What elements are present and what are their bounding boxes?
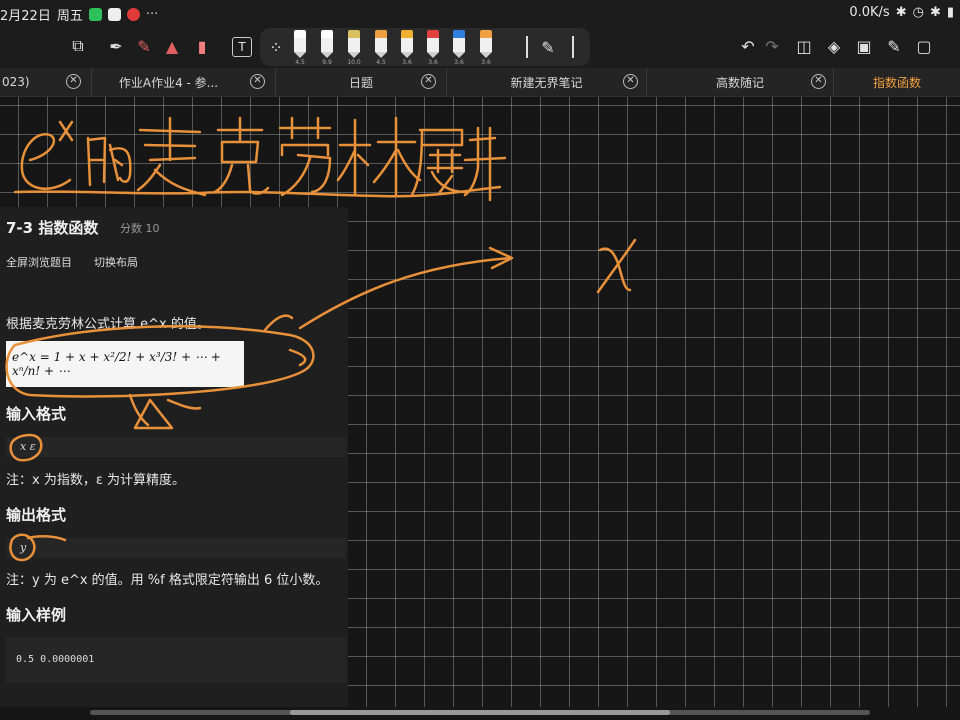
network-speed: 0.0K/s — [849, 5, 890, 20]
pen-preset-4[interactable]: 4.5 — [371, 30, 391, 66]
close-icon[interactable]: ✕ — [66, 74, 81, 89]
lasso-icon[interactable]: ⧉ — [66, 34, 90, 58]
close-icon[interactable]: ✕ — [623, 74, 638, 89]
formula-image: e^x = 1 + x + x²/2! + x³/3! + ⋯ + xⁿ/n! … — [6, 341, 244, 387]
input-format: x ε — [6, 437, 346, 457]
pen-preset-8[interactable]: 3.6 — [476, 30, 496, 66]
horizontal-scrollbar[interactable] — [90, 710, 870, 715]
app-icon — [107, 8, 121, 21]
fountain-pen-icon[interactable]: ✒ — [104, 34, 128, 58]
output-note: 注：y 为 e^x 的值。用 %f 格式限定符输出 6 位小数。 — [6, 573, 329, 588]
divider — [572, 36, 574, 58]
problem-description: 根据麦克劳林公式计算 e^x 的值。 — [6, 317, 210, 332]
close-icon[interactable]: ✕ — [421, 74, 436, 89]
close-icon[interactable]: ✕ — [811, 74, 826, 89]
problem-panel: 7-3 指数函数 分数 10 全屏浏览题目 切换布局 根据麦克劳林公式计算 e^… — [0, 207, 348, 707]
eraser-icon[interactable]: ▮ — [190, 34, 214, 58]
output-format: y — [6, 538, 346, 558]
close-icon[interactable]: ✕ — [250, 74, 265, 89]
scrollbar-thumb[interactable] — [290, 710, 670, 715]
pen-preset-3[interactable]: 10.0 — [344, 30, 364, 66]
tab-label: 作业A作业4 - 参... — [118, 75, 219, 90]
switch-layout-link[interactable]: 切换布局 — [94, 254, 138, 270]
fullscreen-link[interactable]: 全屏浏览题目 — [6, 254, 72, 270]
wechat-icon — [88, 8, 102, 21]
page-icon[interactable]: ▢ — [912, 34, 936, 58]
bluetooth-icon-2: ✱ — [929, 5, 941, 20]
palette-grid-icon[interactable]: ⁘ — [264, 35, 288, 59]
highlighter-icon[interactable]: ▲ — [160, 34, 184, 58]
pen-edit-icon[interactable]: ✎ — [536, 35, 560, 59]
tab-3[interactable]: 日题 ✕ — [276, 68, 447, 96]
output-heading: 输出格式 — [6, 506, 67, 524]
pen-preset-6[interactable]: 3.6 — [423, 30, 443, 66]
tab-4[interactable]: 新建无界笔记 ✕ — [447, 68, 647, 96]
split-view-icon[interactable]: ◫ — [792, 34, 816, 58]
sample-input-heading: 输入样例 — [6, 606, 67, 624]
tab-1[interactable]: 023) ✕ — [0, 68, 92, 96]
netease-icon — [126, 8, 140, 21]
tab-label: 日题 — [348, 75, 373, 90]
pen-panel: ⁘ 4.5 9.9 10.0 4.5 3.6 3.6 3.6 3.6 ✎ — [260, 28, 590, 66]
status-date: 2月22日 — [0, 9, 51, 24]
tab-bar: 023) ✕ 作业A作业4 - 参... ✕ 日题 ✕ 新建无界笔记 ✕ 高数随… — [0, 68, 960, 97]
tab-label: 指数函数 — [872, 75, 921, 90]
undo-icon[interactable]: ↶ — [736, 34, 760, 58]
pen-preset-7[interactable]: 3.6 — [449, 30, 469, 66]
bluetooth-icon: ✱ — [895, 5, 907, 20]
toolbar: ⧉ ✒ ✎ ▲ ▮ T ⁘ 4.5 9.9 10.0 4.5 3.6 3.6 3… — [0, 26, 960, 68]
pen-preset-2[interactable]: 9.9 — [317, 30, 337, 66]
alarm-icon: ◷ — [912, 5, 924, 20]
text-tool-icon[interactable]: T — [232, 37, 252, 57]
redo-icon[interactable]: ↷ — [760, 34, 784, 58]
input-note: 注：x 为指数，ε 为计算精度。 — [6, 473, 185, 488]
problem-title: 7-3 指数函数 — [6, 219, 99, 237]
sample-input: 0.5 0.0000001 — [6, 637, 346, 683]
tab-label: 高数随记 — [715, 75, 764, 90]
status-bar: 2月22日 周五 ··· 0.0K/s ✱ ◷ ✱ ▮ — [0, 0, 960, 26]
problem-score: 分数 10 — [120, 222, 160, 235]
divider — [526, 36, 528, 58]
pen-preset-1[interactable]: 4.5 — [290, 30, 310, 66]
tab-5[interactable]: 高数随记 ✕ — [647, 68, 834, 96]
tab-label: 023) — [2, 75, 30, 89]
layers-icon[interactable]: ◈ — [822, 34, 846, 58]
image-icon[interactable]: ▣ — [852, 34, 876, 58]
more-notifications: ··· — [145, 7, 159, 22]
signal-icon: ▮ — [946, 5, 954, 20]
tab-2[interactable]: 作业A作业4 - 参... ✕ — [92, 68, 276, 96]
input-heading: 输入格式 — [6, 405, 67, 423]
pencil-icon[interactable]: ✎ — [882, 34, 906, 58]
tab-label: 新建无界笔记 — [510, 75, 583, 90]
status-weekday: 周五 — [56, 9, 83, 24]
pen-red-icon[interactable]: ✎ — [132, 34, 156, 58]
tab-6[interactable]: 指数函数 — [834, 68, 960, 96]
pen-preset-5[interactable]: 3.6 — [397, 30, 417, 66]
